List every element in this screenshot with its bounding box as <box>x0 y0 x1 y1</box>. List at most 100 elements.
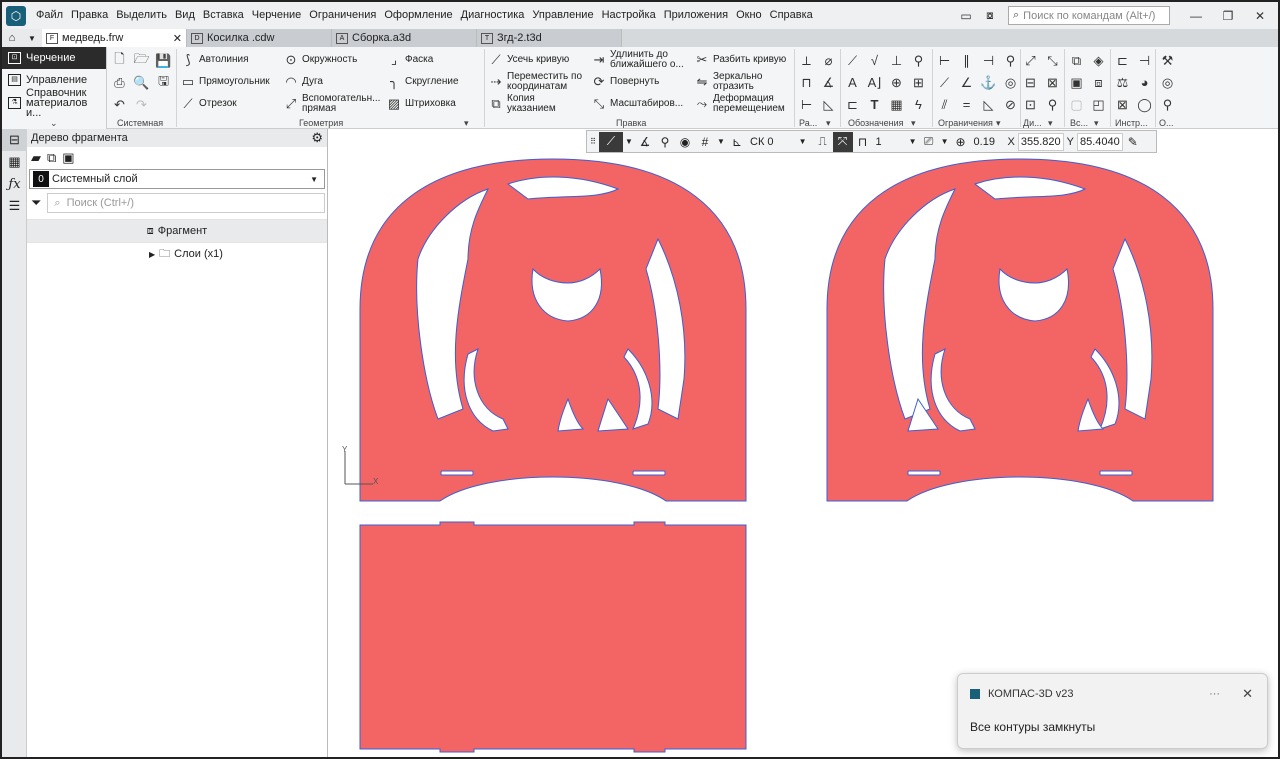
coordinate-system-value[interactable]: СК 0 <box>747 136 777 148</box>
grid-icon[interactable]: # <box>695 132 715 152</box>
text-icon[interactable]: T <box>866 96 883 113</box>
instr-tool-4-icon[interactable]: ◕ <box>1136 74 1153 91</box>
chain-dim-icon[interactable]: ◺ <box>820 96 837 113</box>
ortho-icon[interactable]: ⎍ <box>813 132 833 152</box>
base-rectangle-panel[interactable] <box>359 521 747 753</box>
view-dropdown-icon[interactable]: ▼ <box>939 132 951 152</box>
menu-design[interactable]: Оформление <box>380 2 456 29</box>
symbol-icon[interactable]: ⊕ <box>888 74 905 91</box>
chamfer-button[interactable]: ⌟ Фаска <box>386 52 433 68</box>
snap-angle-icon[interactable]: ∡ <box>635 132 655 152</box>
menu-diagnostics[interactable]: Диагностика <box>457 2 529 29</box>
deform-button[interactable]: ⤳ Деформация перемещением <box>694 94 794 114</box>
o-tool-3-icon[interactable]: ⚲ <box>1159 96 1176 113</box>
grid-dropdown-icon[interactable]: ▼ <box>715 132 727 152</box>
snap-point-icon[interactable]: ⚲ <box>655 132 675 152</box>
menu-view[interactable]: Вид <box>171 2 199 29</box>
linear-dim-icon[interactable]: ⊓ <box>798 74 815 91</box>
menu-insert[interactable]: Вставка <box>199 2 248 29</box>
function-icon[interactable]: ƒx <box>2 173 27 195</box>
show-icon[interactable]: ◉ <box>675 132 695 152</box>
cs-dropdown-icon[interactable]: ▼ <box>793 132 813 152</box>
gear-icon[interactable]: ⚙ <box>311 130 323 146</box>
o-tool-2-icon[interactable]: ◎ <box>1159 74 1176 91</box>
instr-tool-1-icon[interactable]: ⊏ <box>1114 52 1131 69</box>
diameter-icon[interactable]: ⌀ <box>820 52 837 69</box>
image-view-icon[interactable]: ▣ <box>62 150 74 166</box>
filter-icon[interactable]: ⏷ <box>31 195 41 211</box>
position-icon[interactable]: ⚲ <box>910 52 927 69</box>
eyedropper-icon[interactable]: ✎ <box>1123 132 1143 152</box>
di-tool-3-icon[interactable]: ⊟ <box>1022 74 1039 91</box>
mode-panel-expand-icon[interactable]: ⌄ <box>50 117 58 129</box>
equal-icon[interactable]: = <box>958 96 975 113</box>
parallel-icon[interactable]: ∥ <box>958 52 975 69</box>
rectangle-button[interactable]: ▭ Прямоугольник <box>180 74 270 90</box>
step-dropdown-icon[interactable]: ▼ <box>907 132 919 152</box>
coordinate-system-icon[interactable]: ⊾ <box>727 132 747 152</box>
minimize-button[interactable]: — <box>1184 6 1208 26</box>
tangent-icon[interactable]: ⊘ <box>1002 96 1019 113</box>
arc-button[interactable]: ◠ Дуга <box>283 74 323 90</box>
home-icon[interactable]: ⌂ <box>2 29 22 47</box>
layers-list-icon[interactable]: ☰ <box>2 195 27 217</box>
bear-panel-left[interactable] <box>359 158 747 502</box>
symmetry-icon[interactable]: ⫽ <box>936 96 953 113</box>
command-search-input[interactable]: ⌕ Поиск по командам (Alt+/) <box>1008 6 1170 25</box>
menu-edit[interactable]: Правка <box>67 2 112 29</box>
concentric-icon[interactable]: ◎ <box>1002 74 1019 91</box>
calculator-icon[interactable]: ▦ <box>2 151 27 173</box>
screenshot-icon[interactable]: ⧇ <box>978 6 1002 26</box>
save-icon[interactable]: 💾 <box>155 52 172 69</box>
close-icon[interactable]: ✕ <box>1242 686 1253 702</box>
window-layout-icon[interactable]: ▭ <box>954 6 978 26</box>
di-tool-4-icon[interactable]: ⊠ <box>1044 74 1061 91</box>
di-expand-icon[interactable]: ▾ <box>1048 117 1053 129</box>
annotations-expand-icon[interactable]: ▾ <box>911 117 916 129</box>
expand-arrow-icon[interactable]: ▶ <box>149 250 155 259</box>
vs-tool-4-icon[interactable]: ⧈ <box>1090 74 1107 91</box>
mode-drawing[interactable]: ⊡ Черчение <box>2 47 106 69</box>
step-icon[interactable]: ⊓ <box>853 132 873 152</box>
kompas-logo-icon[interactable]: ⬡ <box>6 5 26 26</box>
menu-window[interactable]: Окно <box>732 2 766 29</box>
layer-select[interactable]: 0 Системный слой ▼ <box>29 169 325 189</box>
round-icon[interactable]: ⤧ <box>832 131 853 152</box>
close-tab-icon[interactable]: ✕ <box>173 32 182 45</box>
restore-button[interactable]: ❐ <box>1216 6 1240 26</box>
di-tool-1-icon[interactable]: ⤢ <box>1022 52 1039 69</box>
text-leader-icon[interactable]: A⌋ <box>866 74 883 91</box>
tree-search-input[interactable]: ⌕ Поиск (Ctrl+/) <box>47 193 325 213</box>
angle-dim-icon[interactable]: ∡ <box>820 74 837 91</box>
open-folder-icon[interactable]: 🗁 <box>133 51 150 69</box>
tree-row-layers[interactable]: ▶ 🗀 Слои (x1) <box>27 242 327 265</box>
structure-icon[interactable]: ⧉ <box>47 150 56 166</box>
split-curve-button[interactable]: ✂ Разбить кривую <box>694 52 787 68</box>
fix-icon[interactable]: ⚓ <box>980 74 997 91</box>
extend-button[interactable]: ⇥ Удлинить до ближайшего о... <box>591 50 691 70</box>
more-options-icon[interactable]: ··· <box>1209 688 1220 700</box>
horizontal-icon[interactable]: ⊣ <box>980 52 997 69</box>
preview-icon[interactable]: 🔍 <box>133 74 150 91</box>
text-a-icon[interactable]: A <box>844 74 861 91</box>
tolerance-icon[interactable]: ⊞ <box>910 74 927 91</box>
select-tool-icon[interactable]: ⟋ <box>599 131 623 152</box>
menu-settings[interactable]: Настройка <box>598 2 660 29</box>
triangle-icon[interactable]: ◺ <box>980 96 997 113</box>
menu-help[interactable]: Справка <box>766 2 817 29</box>
instr-tool-3-icon[interactable]: ⚖ <box>1114 74 1131 91</box>
aux-line-button[interactable]: ⤢ Вспомогательн... прямая <box>283 94 383 114</box>
vs-expand-icon[interactable]: ▾ <box>1094 117 1099 129</box>
cut-line-icon[interactable]: ⊏ <box>844 96 861 113</box>
circle-button[interactable]: ⊙ Окружность <box>283 52 358 68</box>
instr-tool-6-icon[interactable]: ◯ <box>1136 96 1153 113</box>
menu-constraints[interactable]: Ограничения <box>305 2 380 29</box>
drawing-canvas[interactable]: Y X <box>328 129 1278 757</box>
collinear-icon[interactable]: ⟋ <box>936 74 953 91</box>
scale-button[interactable]: ⤡ Масштабиров... <box>591 96 683 112</box>
perpendicular-icon[interactable]: ⊢ <box>936 52 953 69</box>
step-value[interactable]: 1 <box>873 136 907 148</box>
di-tool-6-icon[interactable]: ⚲ <box>1044 96 1061 113</box>
zoom-icon[interactable]: ⊕ <box>951 132 971 152</box>
autoline-button[interactable]: ⟆ Автолиния <box>180 52 248 68</box>
